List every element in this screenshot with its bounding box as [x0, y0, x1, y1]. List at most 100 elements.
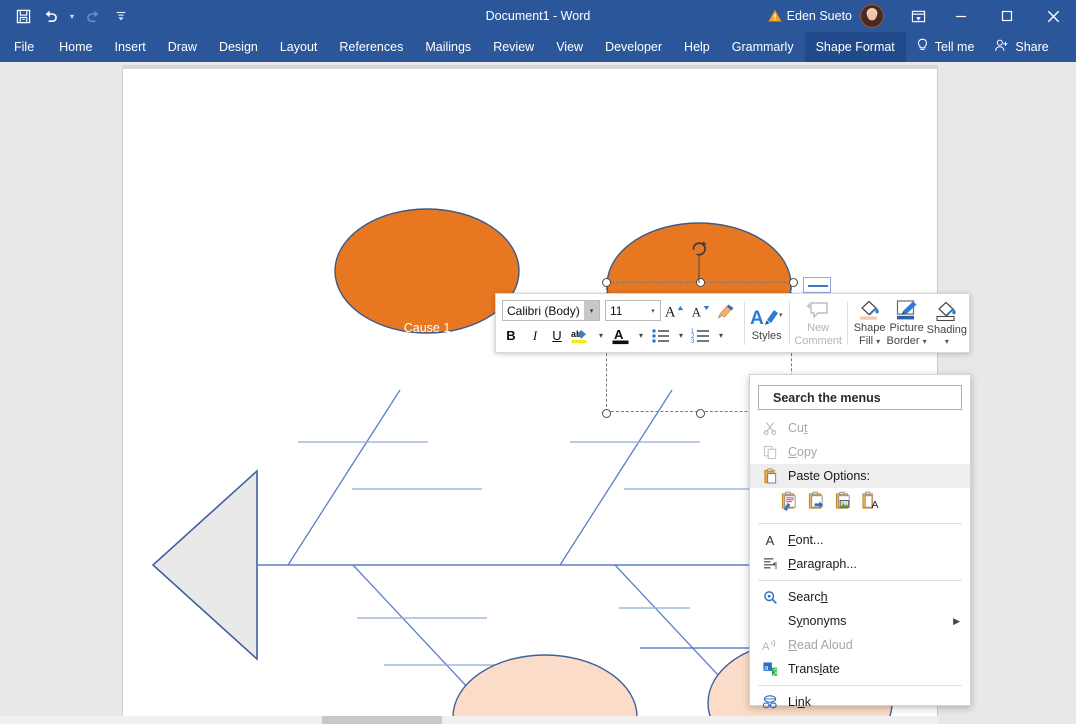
- tab-developer[interactable]: Developer: [594, 32, 673, 62]
- minimize-icon[interactable]: [938, 0, 984, 32]
- numbering-icon[interactable]: 1 2 3: [688, 324, 714, 347]
- tab-draw[interactable]: Draw: [157, 32, 208, 62]
- font-label: Font...: [788, 533, 824, 547]
- share-button[interactable]: Share: [984, 32, 1064, 62]
- context-menu-item-read-aloud: A Read Aloud: [750, 633, 970, 657]
- bullets-icon[interactable]: [648, 324, 674, 347]
- bullets-dropdown-icon[interactable]: ▾: [674, 324, 688, 347]
- shrink-font-icon[interactable]: A: [687, 299, 713, 322]
- tab-view[interactable]: View: [545, 32, 594, 62]
- styles-button[interactable]: A ▾ Styles: [750, 298, 784, 348]
- lightbulb-icon: [916, 38, 929, 56]
- underline-button[interactable]: U: [546, 324, 568, 347]
- mini-formatting-toolbar[interactable]: Calibri (Body) ▾ 11 ▾ A A B I U ab ▾ A ▾…: [495, 293, 970, 353]
- tab-mailings[interactable]: Mailings: [414, 32, 482, 62]
- svg-text:A: A: [871, 500, 878, 511]
- numbering-dropdown-icon[interactable]: ▾: [714, 324, 728, 347]
- paste-keep-text-only-icon[interactable]: A: [861, 491, 880, 514]
- read-aloud-label: Read Aloud: [788, 638, 853, 652]
- context-menu-item-link[interactable]: Link: [750, 690, 970, 714]
- svg-text:A: A: [750, 308, 764, 328]
- account-name[interactable]: Eden Sueto: [787, 9, 852, 23]
- horizontal-scrollbar-track[interactable]: [0, 716, 938, 724]
- new-comment-button: New Comment: [794, 298, 842, 348]
- tab-help[interactable]: Help: [673, 32, 721, 62]
- font-color-icon[interactable]: A: [608, 324, 634, 347]
- context-menu-item-synonyms[interactable]: Synonyms ▶: [750, 609, 970, 633]
- tab-references[interactable]: References: [328, 32, 414, 62]
- document-canvas[interactable]: Cause 1 Effect 1 Effect 2: [0, 62, 1076, 724]
- translate-icon: a 文: [758, 661, 782, 677]
- font-name-combobox[interactable]: Calibri (Body) ▾: [502, 300, 600, 321]
- cause-1-label: Cause 1: [403, 321, 451, 335]
- tab-layout[interactable]: Layout: [269, 32, 329, 62]
- shading-button[interactable]: Shading ▾: [927, 298, 967, 348]
- save-icon[interactable]: [10, 4, 36, 28]
- format-painter-icon[interactable]: [713, 299, 739, 322]
- svg-text:A: A: [665, 304, 676, 320]
- font-color-dropdown-icon[interactable]: ▾: [634, 324, 648, 347]
- context-menu-item-paste-options[interactable]: Paste Options:: [750, 464, 970, 488]
- svg-text:¶: ¶: [773, 561, 777, 570]
- highlight-dropdown-icon[interactable]: ▾: [594, 324, 608, 347]
- font-name-dropdown-icon[interactable]: ▾: [584, 301, 599, 320]
- shape-fill-label-2: Fill ▾: [859, 335, 881, 347]
- warning-triangle-icon[interactable]: [767, 9, 782, 23]
- avatar[interactable]: [860, 4, 884, 28]
- tab-grammarly[interactable]: Grammarly: [721, 32, 805, 62]
- svg-text:3: 3: [691, 339, 695, 345]
- toolbar-divider-2: [788, 301, 790, 345]
- shading-label: Shading: [926, 324, 968, 337]
- paste-picture-icon[interactable]: [834, 491, 853, 514]
- search-the-menus-input[interactable]: Search the menus: [758, 385, 962, 410]
- text-highlight-color-icon[interactable]: ab: [568, 324, 594, 347]
- context-menu-item-search[interactable]: Search: [750, 585, 970, 609]
- svg-text:A: A: [614, 327, 624, 342]
- scissors-icon: [758, 421, 782, 436]
- tab-design[interactable]: Design: [208, 32, 269, 62]
- selection-blue-chip: [803, 277, 831, 293]
- italic-button[interactable]: I: [524, 324, 546, 347]
- ribbon-display-options-icon[interactable]: [898, 0, 938, 32]
- horizontal-scrollbar-thumb[interactable]: [322, 716, 442, 724]
- new-comment-label-1: New: [807, 322, 830, 335]
- redo-icon: [80, 4, 106, 28]
- new-comment-label-2: Comment: [794, 335, 842, 347]
- bold-button[interactable]: B: [498, 324, 524, 347]
- customize-quick-access-icon[interactable]: [108, 4, 134, 28]
- undo-dropdown-icon[interactable]: ▾: [66, 4, 78, 28]
- toolbar-divider-1: [744, 301, 745, 345]
- shape-fill-button[interactable]: Shape Fill ▾: [853, 298, 887, 348]
- undo-icon[interactable]: [38, 4, 64, 28]
- tab-shape-format[interactable]: Shape Format: [804, 32, 906, 62]
- maximize-icon[interactable]: [984, 0, 1030, 32]
- picture-border-label-1: Picture: [889, 322, 924, 335]
- paste-keep-source-formatting-icon[interactable]: [780, 491, 799, 514]
- tell-me-label: Tell me: [934, 40, 975, 54]
- grow-font-icon[interactable]: A: [661, 299, 687, 322]
- picture-border-button[interactable]: Picture Border ▾: [887, 298, 927, 348]
- context-menu-item-translate[interactable]: a 文 Translate: [750, 657, 970, 681]
- tab-file[interactable]: File: [0, 32, 48, 62]
- svg-text:A: A: [762, 641, 770, 653]
- fishbone-branch-upper-1: [287, 389, 401, 566]
- fishbone-branch-upper-2: [559, 389, 673, 566]
- close-icon[interactable]: [1030, 0, 1076, 32]
- tell-me-button[interactable]: Tell me: [906, 32, 985, 62]
- paste-merge-formatting-icon[interactable]: [807, 491, 826, 514]
- font-size-combobox[interactable]: 11 ▾: [605, 300, 661, 321]
- shape-fill-dropdown-icon[interactable]: ▾: [876, 337, 880, 346]
- tab-insert[interactable]: Insert: [104, 32, 157, 62]
- tab-home[interactable]: Home: [48, 32, 103, 62]
- context-menu-item-font[interactable]: A Font...: [750, 528, 970, 552]
- tab-review[interactable]: Review: [482, 32, 545, 62]
- paste-options-row[interactable]: A: [750, 488, 970, 519]
- font-size-dropdown-icon[interactable]: ▾: [646, 307, 660, 315]
- context-menu[interactable]: Search the menus Cut Copy Paste Options:…: [749, 374, 971, 724]
- context-menu-item-paragraph[interactable]: ¶ Paragraph...: [750, 552, 970, 576]
- word-window: ▾ Document1 - Word Eden Sueto File Home …: [0, 0, 1076, 724]
- font-icon: A: [765, 532, 775, 548]
- shading-dropdown-icon[interactable]: ▾: [945, 337, 949, 346]
- context-menu-divider-1: [758, 523, 962, 524]
- link-icon: [758, 694, 782, 710]
